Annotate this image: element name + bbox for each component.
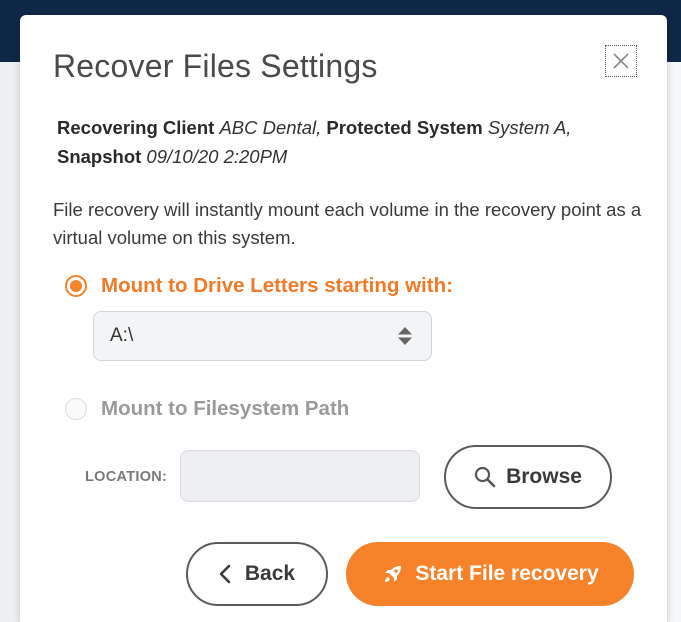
drive-letters-label: Mount to Drive Letters starting with: bbox=[101, 274, 453, 297]
drive-letters-radio[interactable] bbox=[65, 275, 87, 297]
close-button[interactable] bbox=[605, 45, 637, 77]
back-label: Back bbox=[244, 562, 296, 585]
app-background bbox=[668, 62, 681, 622]
mount-filesystem-path-option[interactable]: Mount to Filesystem Path bbox=[65, 397, 349, 421]
location-label: LOCATION: bbox=[85, 469, 168, 485]
browse-label: Browse bbox=[506, 465, 582, 488]
dialog-title: Recover Files Settings bbox=[53, 48, 378, 84]
mount-drive-letters-option[interactable]: Mount to Drive Letters starting with: bbox=[65, 274, 453, 298]
recovery-summary: Recovering Client ABC Dental, Protected … bbox=[57, 113, 647, 171]
snapshot-value: 09/10/20 2:20PM bbox=[146, 146, 288, 167]
filesystem-path-label: Mount to Filesystem Path bbox=[101, 397, 350, 420]
location-input[interactable] bbox=[180, 450, 420, 502]
start-file-recovery-label: Start File recovery bbox=[415, 562, 599, 585]
chevron-left-icon bbox=[219, 564, 231, 584]
browse-button[interactable]: Browse bbox=[444, 445, 612, 509]
drive-letter-value: A:\ bbox=[110, 325, 134, 346]
back-button[interactable]: Back bbox=[186, 542, 328, 606]
filesystem-path-radio[interactable] bbox=[65, 398, 87, 420]
recovery-description: File recovery will instantly mount each … bbox=[53, 199, 642, 248]
search-icon bbox=[474, 466, 496, 488]
sort-arrows-icon bbox=[397, 326, 413, 346]
snapshot-label: Snapshot bbox=[57, 146, 142, 167]
protected-system-value: System A, bbox=[487, 117, 572, 138]
client-value: ABC Dental, bbox=[219, 117, 322, 138]
recover-files-dialog: Recover Files Settings Recovering Client… bbox=[20, 15, 667, 622]
client-label: Recovering Client bbox=[57, 117, 215, 138]
protected-system-label: Protected System bbox=[326, 117, 483, 138]
rocket-icon bbox=[381, 562, 405, 586]
close-icon bbox=[612, 52, 630, 70]
drive-letter-select[interactable]: A:\ bbox=[93, 311, 432, 361]
start-file-recovery-button[interactable]: Start File recovery bbox=[346, 542, 634, 606]
